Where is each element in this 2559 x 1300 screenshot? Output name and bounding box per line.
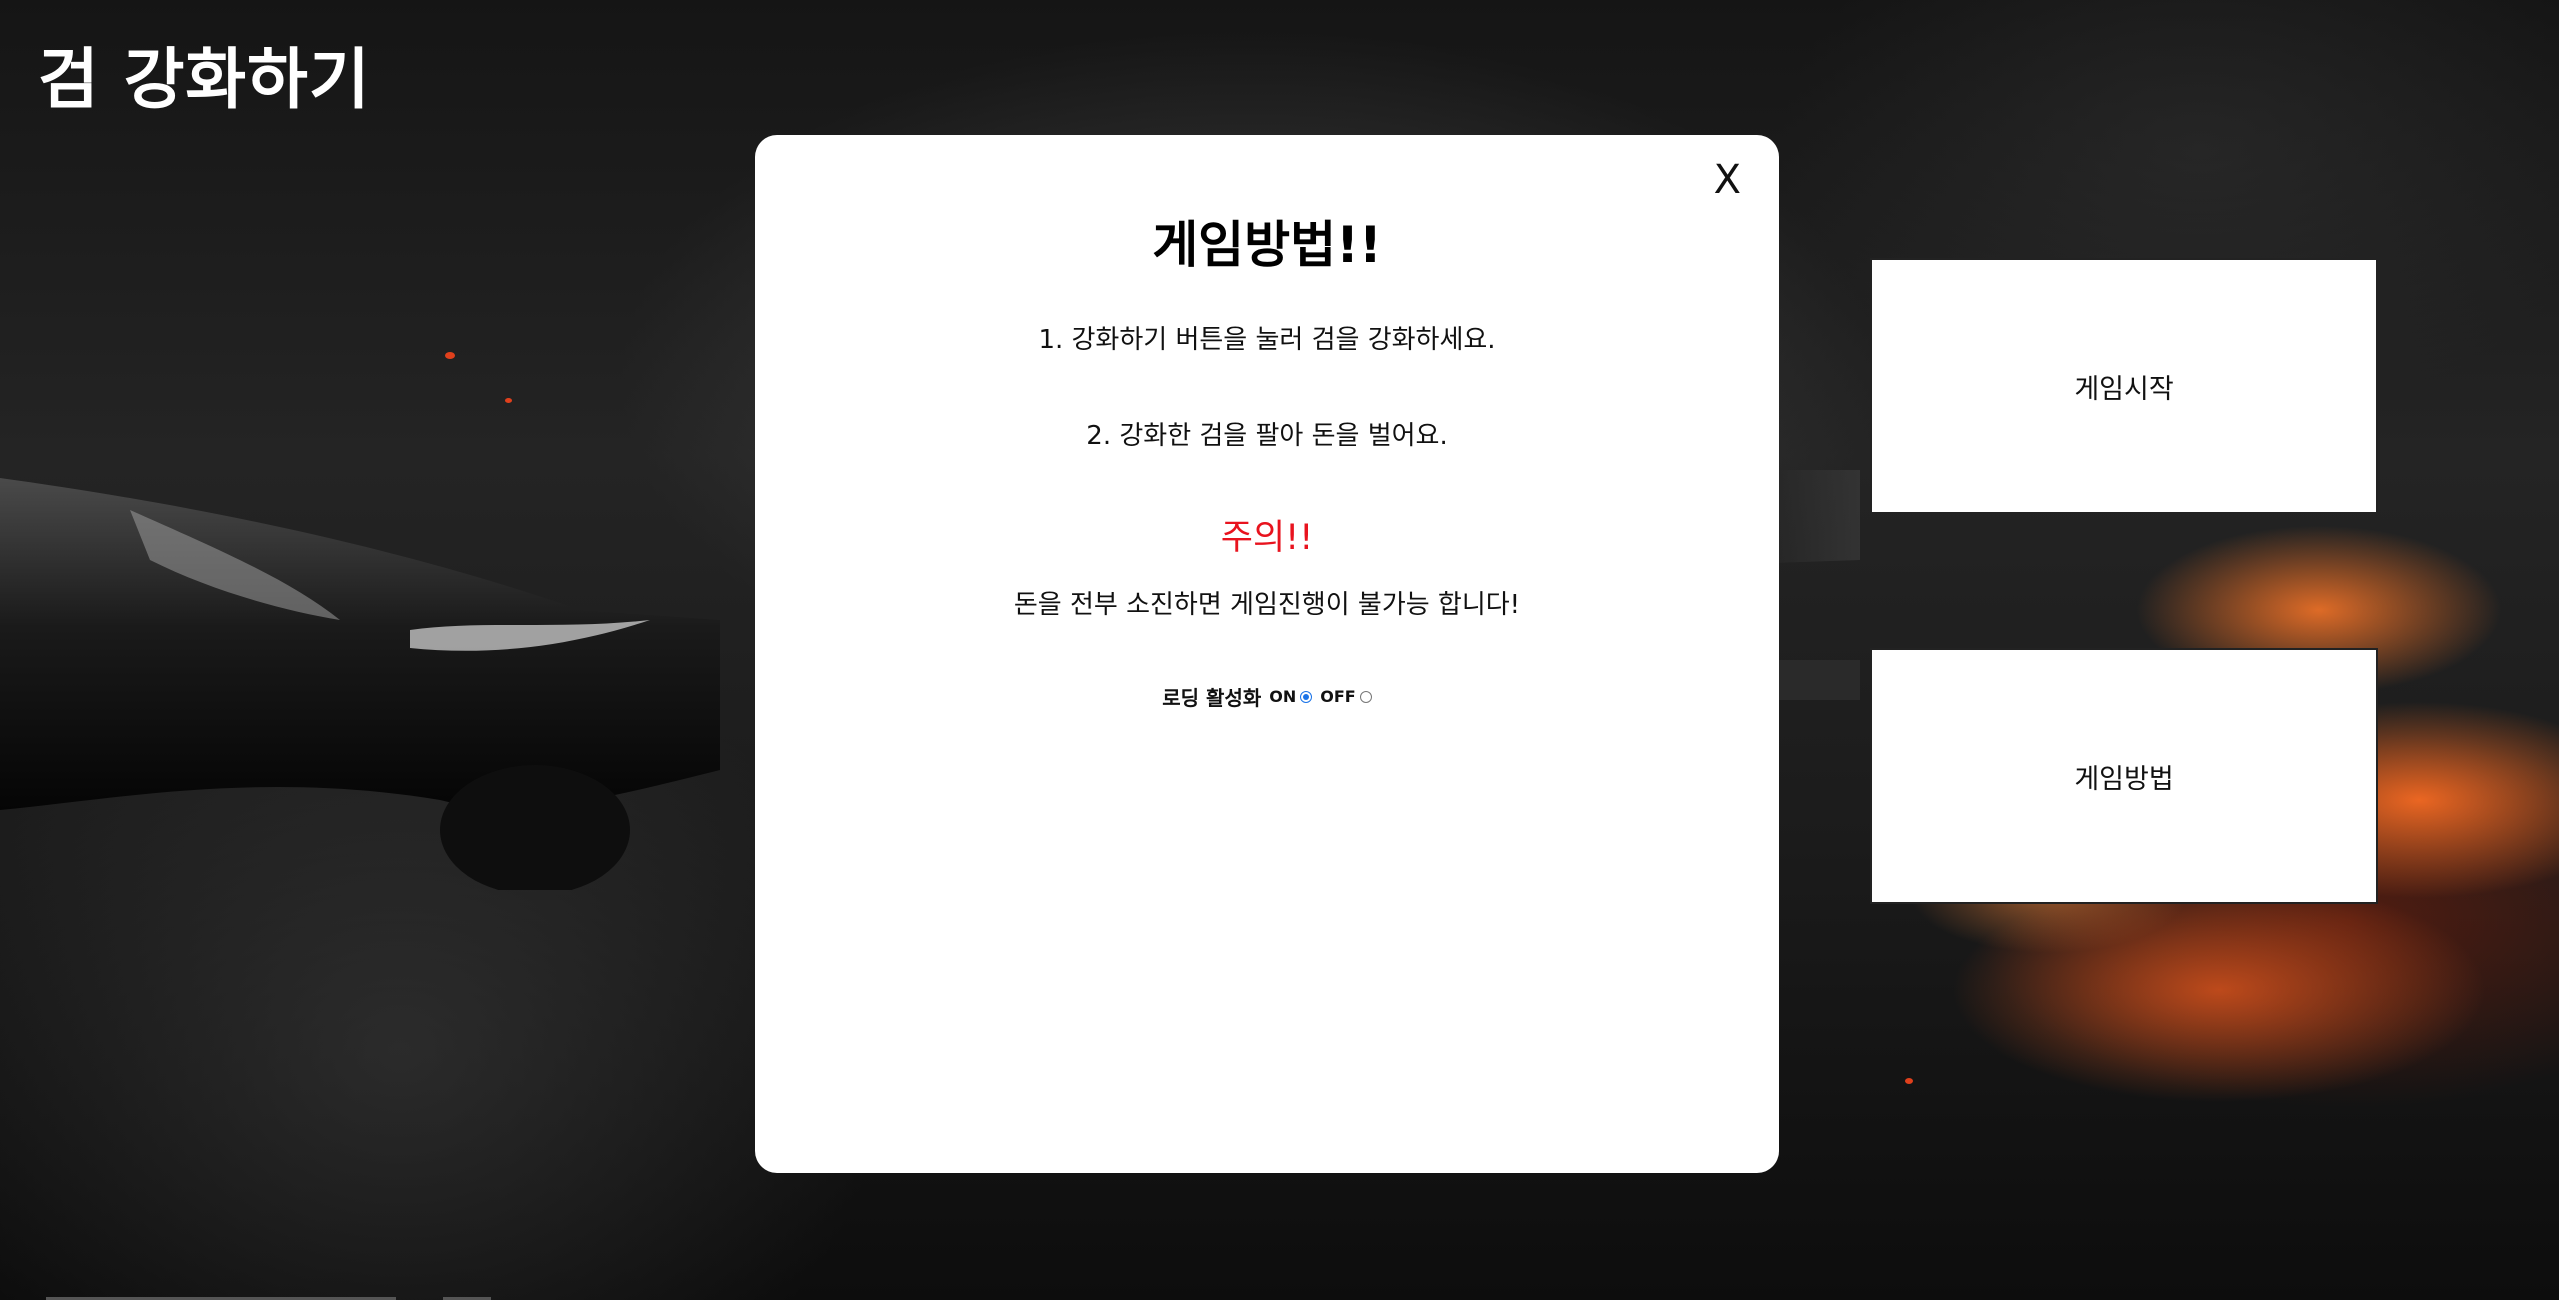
loading-off-label: OFF xyxy=(1320,687,1356,706)
loading-toggle: 로딩 활성화 ON OFF xyxy=(755,682,1779,711)
how-to-play-modal: X 게임방법!! 1. 강화하기 버튼을 눌러 검을 강화하세요. 2. 강화한… xyxy=(755,135,1779,1173)
loading-off-option[interactable]: OFF xyxy=(1320,687,1372,706)
game-screen: 검 강화하기 게임시작 게임방법 X 게임방법!! 1. 강화하기 버튼을 눌러… xyxy=(0,0,2559,1300)
warning-title: 주의!! xyxy=(1220,518,1314,558)
loading-on-label: ON xyxy=(1269,687,1297,706)
close-modal-button[interactable]: X xyxy=(1714,157,1741,203)
start-game-button[interactable]: 게임시작 xyxy=(1870,258,2378,514)
loading-on-radio[interactable] xyxy=(1300,690,1313,703)
how-to-play-button[interactable]: 게임방법 xyxy=(1870,648,2378,904)
loading-on-option[interactable]: ON xyxy=(1269,687,1313,706)
game-title: 검 강화하기 xyxy=(38,41,371,118)
loading-label: 로딩 활성화 xyxy=(1162,686,1262,710)
rule-text: 1. 강화하기 버튼을 눌러 검을 강화하세요. xyxy=(1038,325,1496,355)
ember-spark xyxy=(445,352,455,359)
modal-title: 게임방법!! xyxy=(1152,216,1382,274)
warning-text: 돈을 전부 소진하면 게임진행이 불가능 합니다! xyxy=(1013,590,1521,620)
ember-spark xyxy=(505,398,512,403)
rule-text: 2. 강화한 검을 팔아 돈을 벌어요. xyxy=(1086,421,1448,451)
loading-off-radio[interactable] xyxy=(1359,690,1372,703)
ember-spark xyxy=(1905,1078,1913,1084)
